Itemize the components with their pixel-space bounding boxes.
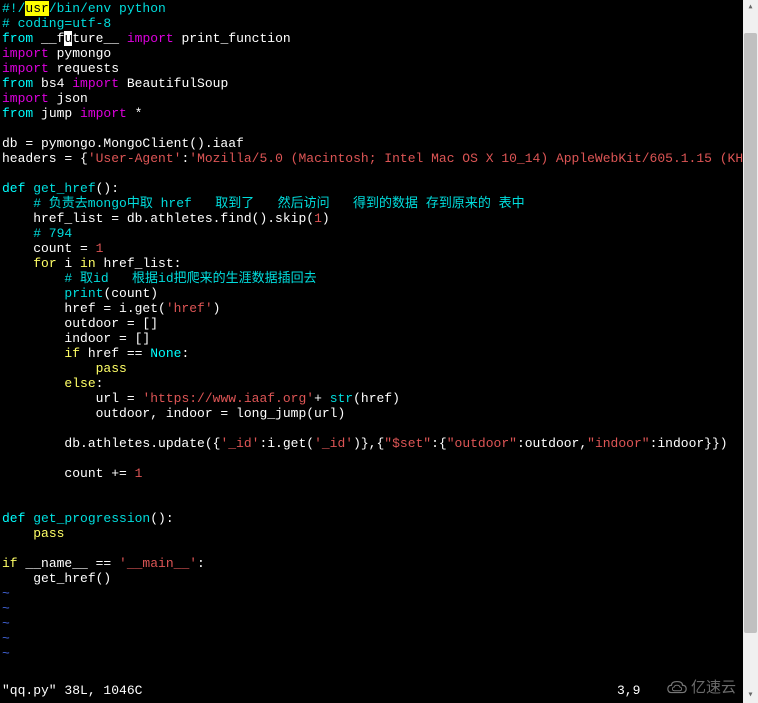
blank-line bbox=[2, 122, 741, 137]
watermark-text: 亿速云 bbox=[691, 679, 736, 696]
code-line: import pymongo bbox=[2, 47, 741, 62]
blank-line bbox=[2, 452, 741, 467]
code-line: url = 'https://www.iaaf.org'+ str(href) bbox=[2, 392, 741, 407]
scrollbar-arrow-down-icon[interactable]: ▾ bbox=[745, 690, 756, 701]
code-line: #!/usr/bin/env python bbox=[2, 2, 741, 17]
code-line: href = i.get('href') bbox=[2, 302, 741, 317]
code-line: import json bbox=[2, 92, 741, 107]
end-of-buffer: ~ bbox=[2, 587, 741, 602]
code-line: pass bbox=[2, 527, 741, 542]
code-line: def get_progression(): bbox=[2, 512, 741, 527]
vertical-scrollbar[interactable]: ▴ ▾ bbox=[743, 0, 758, 703]
scrollbar-track[interactable] bbox=[743, 15, 758, 688]
code-line: # 取id 根据id把爬来的生涯数据插回去 bbox=[2, 272, 741, 287]
code-line: headers = {'User-Agent':'Mozilla/5.0 (Ma… bbox=[2, 152, 741, 167]
code-line: from bs4 import BeautifulSoup bbox=[2, 77, 741, 92]
code-line: if href == None: bbox=[2, 347, 741, 362]
code-line: pass bbox=[2, 362, 741, 377]
code-line: count = 1 bbox=[2, 242, 741, 257]
code-line: outdoor = [] bbox=[2, 317, 741, 332]
status-line-position: 3,9 bbox=[617, 684, 640, 699]
blank-line bbox=[2, 167, 741, 182]
code-line: # 负责去mongo中取 href 取到了 然后访问 得到的数据 存到原来的 表… bbox=[2, 197, 741, 212]
code-line: else: bbox=[2, 377, 741, 392]
end-of-buffer: ~ bbox=[2, 617, 741, 632]
watermark: 亿速云 bbox=[666, 679, 736, 697]
scrollbar-arrow-up-icon[interactable]: ▴ bbox=[745, 2, 756, 13]
code-line: for i in href_list: bbox=[2, 257, 741, 272]
code-line: if __name__ == '__main__': bbox=[2, 557, 741, 572]
blank-line bbox=[2, 422, 741, 437]
cloud-icon bbox=[666, 679, 688, 697]
scrollbar-thumb[interactable] bbox=[744, 33, 757, 633]
code-line: import requests bbox=[2, 62, 741, 77]
blank-line bbox=[2, 542, 741, 557]
code-line: db = pymongo.MongoClient().iaaf bbox=[2, 137, 741, 152]
code-line: count += 1 bbox=[2, 467, 741, 482]
status-line-file: "qq.py" 38L, 1046C bbox=[2, 684, 142, 699]
code-line: # 794 bbox=[2, 227, 741, 242]
search-highlight: usr bbox=[25, 1, 48, 16]
code-line: href_list = db.athletes.find().skip(1) bbox=[2, 212, 741, 227]
code-line: # coding=utf-8 bbox=[2, 17, 741, 32]
end-of-buffer: ~ bbox=[2, 632, 741, 647]
end-of-buffer: ~ bbox=[2, 647, 741, 662]
blank-line bbox=[2, 497, 741, 512]
end-of-buffer: ~ bbox=[2, 602, 741, 617]
code-line: db.athletes.update({'_id':i.get('_id')},… bbox=[2, 437, 741, 452]
code-line: get_href() bbox=[2, 572, 741, 587]
code-line: indoor = [] bbox=[2, 332, 741, 347]
code-line: print(count) bbox=[2, 287, 741, 302]
code-line: def get_href(): bbox=[2, 182, 741, 197]
code-line: from __future__ import print_function bbox=[2, 32, 741, 47]
code-line: outdoor, indoor = long_jump(url) bbox=[2, 407, 741, 422]
code-line: from jump import * bbox=[2, 107, 741, 122]
blank-line bbox=[2, 482, 741, 497]
code-editor[interactable]: #!/usr/bin/env python # coding=utf-8 fro… bbox=[0, 0, 743, 703]
